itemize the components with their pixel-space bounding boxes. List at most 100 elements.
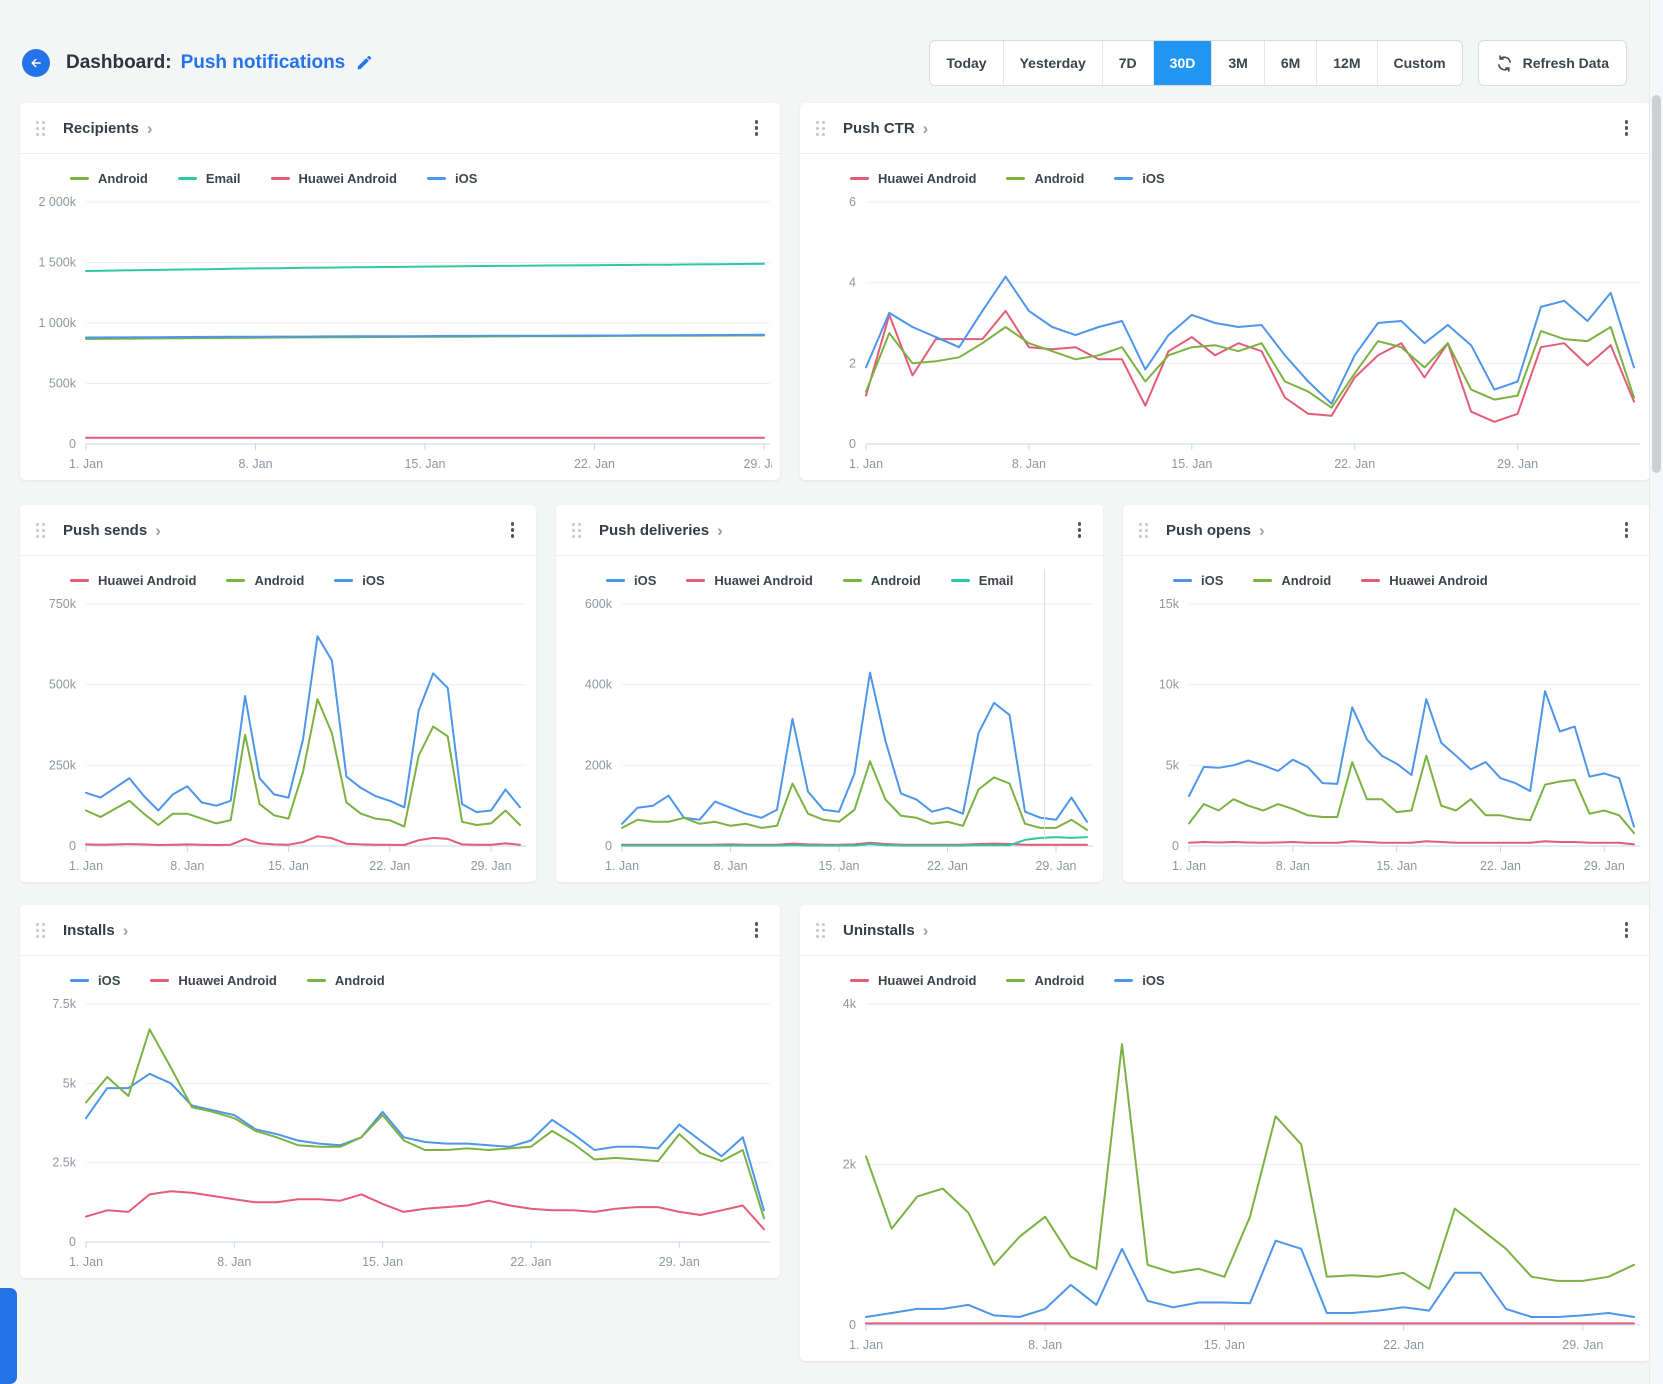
drag-handle-icon[interactable] (816, 121, 825, 136)
legend-label: Email (206, 171, 241, 186)
legend-item-android[interactable]: Android (307, 973, 385, 988)
svg-text:29. Jan: 29. Jan (471, 859, 512, 873)
time-range-custom[interactable]: Custom (1377, 41, 1462, 85)
legend-label: Huawei Android (299, 171, 397, 186)
refresh-data-button[interactable]: Refresh Data (1478, 40, 1627, 86)
svg-text:1 000k: 1 000k (38, 316, 76, 330)
legend-label: Android (1034, 973, 1084, 988)
kebab-menu-icon[interactable] (1619, 516, 1635, 545)
svg-text:2.5k: 2.5k (52, 1156, 76, 1170)
drag-handle-icon[interactable] (36, 923, 45, 938)
drag-handle-icon[interactable] (36, 523, 45, 538)
dashboard-name-link[interactable]: Push notifications (181, 52, 346, 74)
svg-text:2: 2 (849, 356, 856, 370)
time-range-today[interactable]: Today (930, 41, 1002, 85)
panel-title-label: Recipients (63, 120, 139, 137)
legend-item-ios[interactable]: iOS (70, 973, 120, 988)
side-widget-tab[interactable] (0, 1288, 17, 1384)
chart-legend: iOS Android Huawei Android (1123, 556, 1650, 592)
chart-push-opens: 15k10k5k1. Jan8. Jan15. Jan22. Jan29. Ja… (1131, 592, 1642, 878)
legend-item-android[interactable]: Android (1006, 973, 1084, 988)
legend-item-android[interactable]: Android (1253, 573, 1331, 588)
time-range-3m[interactable]: 3M (1211, 41, 1263, 85)
drag-handle-icon[interactable] (36, 121, 45, 136)
scrollbar-track[interactable] (1649, 0, 1663, 1384)
legend-item-huawei-android[interactable]: Huawei Android (271, 171, 397, 186)
kebab-menu-icon[interactable] (1619, 114, 1635, 143)
legend-label: Huawei Android (98, 573, 196, 588)
svg-text:10k: 10k (1159, 678, 1180, 692)
panel-title-push-sends[interactable]: Push sends› (63, 522, 161, 539)
panel-header: Push sends› (20, 505, 536, 556)
time-range-6m[interactable]: 6M (1264, 41, 1316, 85)
legend-item-ios[interactable]: iOS (427, 171, 477, 186)
kebab-menu-icon[interactable] (1619, 916, 1635, 945)
chart-inner-scrollbar[interactable] (1044, 569, 1045, 838)
legend-item-huawei-android[interactable]: Huawei Android (686, 573, 812, 588)
legend-item-huawei-android[interactable]: Huawei Android (850, 973, 976, 988)
legend-item-ios[interactable]: iOS (334, 573, 384, 588)
svg-text:15. Jan: 15. Jan (1204, 1338, 1245, 1352)
panel-title-uninstalls[interactable]: Uninstalls› (843, 922, 928, 939)
legend-swatch (951, 579, 970, 582)
legend-item-ios[interactable]: iOS (606, 573, 656, 588)
topbar: Dashboard: Push notifications TodayYeste… (22, 38, 1627, 88)
legend-item-email[interactable]: Email (951, 573, 1014, 588)
kebab-menu-icon[interactable] (505, 516, 521, 545)
drag-handle-icon[interactable] (572, 523, 581, 538)
legend-item-huawei-android[interactable]: Huawei Android (150, 973, 276, 988)
time-range-12m[interactable]: 12M (1316, 41, 1376, 85)
legend-label: Huawei Android (714, 573, 812, 588)
legend-label: Huawei Android (1389, 573, 1487, 588)
time-range-7d[interactable]: 7D (1102, 41, 1153, 85)
svg-text:5k: 5k (1166, 758, 1180, 772)
drag-handle-icon[interactable] (1139, 523, 1148, 538)
legend-item-android[interactable]: Android (843, 573, 921, 588)
panel-title-push-opens[interactable]: Push opens› (1166, 522, 1265, 539)
svg-text:15. Jan: 15. Jan (1376, 859, 1417, 873)
chevron-right-icon: › (147, 120, 153, 137)
svg-text:1. Jan: 1. Jan (69, 859, 103, 873)
legend-item-android[interactable]: Android (226, 573, 304, 588)
svg-text:8. Jan: 8. Jan (713, 859, 747, 873)
edit-pencil-icon[interactable] (356, 55, 372, 71)
legend-item-android[interactable]: Android (1006, 171, 1084, 186)
legend-label: Android (335, 973, 385, 988)
legend-item-huawei-android[interactable]: Huawei Android (1361, 573, 1487, 588)
svg-text:6: 6 (849, 195, 856, 209)
panel-title-push-deliveries[interactable]: Push deliveries› (599, 522, 723, 539)
legend-item-email[interactable]: Email (178, 171, 241, 186)
legend-label: Huawei Android (878, 171, 976, 186)
chart-uninstalls: 4k2k1. Jan8. Jan15. Jan22. Jan29. Jan0 (808, 992, 1642, 1357)
legend-item-huawei-android[interactable]: Huawei Android (70, 573, 196, 588)
panel-push-sends: Push sends›Huawei AndroidAndroidiOS750k5… (20, 505, 536, 882)
panel-title-label: Push sends (63, 522, 147, 539)
panel-title-installs[interactable]: Installs› (63, 922, 128, 939)
time-range-yesterday[interactable]: Yesterday (1003, 41, 1102, 85)
legend-item-ios[interactable]: iOS (1114, 973, 1164, 988)
kebab-menu-icon[interactable] (749, 916, 765, 945)
drag-handle-icon[interactable] (816, 923, 825, 938)
panel-title-recipients[interactable]: Recipients › (63, 120, 153, 137)
svg-text:22. Jan: 22. Jan (1480, 859, 1521, 873)
time-range-30d[interactable]: 30D (1153, 41, 1212, 85)
legend-item-huawei-android[interactable]: Huawei Android (850, 171, 976, 186)
svg-text:0: 0 (69, 437, 76, 451)
back-button[interactable] (22, 49, 50, 77)
legend-item-ios[interactable]: iOS (1114, 171, 1164, 186)
kebab-menu-icon[interactable] (1072, 516, 1088, 545)
legend-label: iOS (1201, 573, 1223, 588)
kebab-menu-icon[interactable] (749, 114, 765, 143)
legend-item-android[interactable]: Android (70, 171, 148, 186)
arrow-left-icon (29, 56, 43, 70)
legend-swatch (70, 979, 89, 982)
legend-swatch (307, 979, 326, 982)
legend-label: Android (871, 573, 921, 588)
scrollbar-thumb[interactable] (1652, 95, 1661, 473)
svg-text:1 500k: 1 500k (38, 256, 76, 270)
legend-swatch (843, 579, 862, 582)
panel-uninstalls: Uninstalls› Huawei Android Android iOS 4k2k1… (800, 905, 1650, 1361)
legend-item-ios[interactable]: iOS (1173, 573, 1223, 588)
panel-title-push-ctr[interactable]: Push CTR› (843, 120, 928, 137)
svg-text:0: 0 (605, 839, 612, 853)
